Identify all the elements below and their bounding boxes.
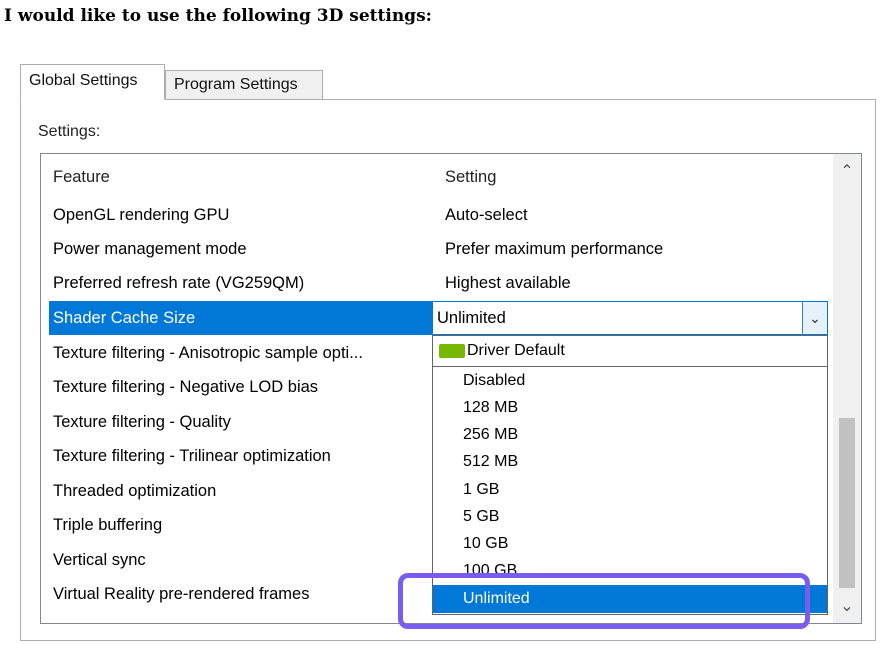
vertical-scrollbar[interactable]: ⌃ ⌄ (833, 154, 861, 623)
scrollbar-thumb[interactable] (839, 418, 855, 588)
feature-name: Texture filtering - Quality (53, 413, 231, 431)
feature-name: Threaded optimization (53, 482, 217, 500)
feature-name: Triple buffering (53, 516, 163, 534)
page-heading: I would like to use the following 3D set… (4, 6, 432, 26)
feature-name: Texture filtering - Trilinear optimizati… (53, 447, 331, 465)
chevron-down-icon[interactable]: ⌄ (802, 302, 827, 334)
option-5gb[interactable]: 5 GB (433, 503, 827, 531)
option-10gb[interactable]: 10 GB (433, 530, 827, 558)
feature-name: Texture filtering - Anisotropic sample o… (53, 344, 363, 362)
feature-setting: Auto-select (445, 206, 528, 224)
option-disabled[interactable]: Disabled (433, 367, 827, 395)
feature-name: Texture filtering - Negative LOD bias (53, 378, 319, 396)
option-1gb[interactable]: 1 GB (433, 476, 827, 504)
table-row[interactable]: Triple buffering (41, 508, 435, 542)
table-row[interactable]: Vertical sync (41, 543, 435, 577)
chevron-up-icon[interactable]: ⌃ (833, 158, 861, 186)
option-label: 128 MB (463, 399, 519, 416)
option-driver-default[interactable]: Driver Default (433, 336, 827, 367)
table-row[interactable]: Virtual Reality pre-rendered frames (41, 577, 435, 611)
table-row[interactable]: Threaded optimization (41, 474, 435, 508)
table-row[interactable]: Preferred refresh rate (VG259QM) Highest… (41, 266, 571, 300)
option-label: 10 GB (463, 535, 509, 552)
option-label: Disabled (463, 372, 526, 389)
table-row[interactable]: Power management mode Prefer maximum per… (41, 232, 663, 266)
nvidia-logo-icon (439, 344, 465, 358)
table-row[interactable]: OpenGL rendering GPU Auto-select (41, 198, 528, 232)
feature-name: Shader Cache Size (53, 309, 196, 327)
table-row[interactable]: Texture filtering - Anisotropic sample o… (41, 336, 435, 370)
tab-program-settings[interactable]: Program Settings (165, 70, 323, 100)
option-128mb[interactable]: 128 MB (433, 394, 827, 422)
feature-setting: Highest available (445, 274, 571, 292)
table-row[interactable]: Texture filtering - Quality (41, 405, 435, 439)
option-label: 512 MB (463, 453, 519, 470)
tab-global-settings[interactable]: Global Settings (20, 64, 165, 100)
option-256mb[interactable]: 256 MB (433, 421, 827, 449)
annotation-highlight-box (398, 573, 810, 629)
feature-setting: Prefer maximum performance (445, 240, 664, 258)
settings-label: Settings: (38, 123, 101, 140)
option-label: 1 GB (463, 481, 500, 498)
column-header-feature[interactable]: Feature (53, 160, 110, 194)
table-row[interactable]: Texture filtering - Trilinear optimizati… (41, 439, 435, 473)
table-row-selected[interactable]: Shader Cache Size (49, 301, 435, 335)
feature-name: Power management mode (53, 240, 247, 258)
feature-name: Vertical sync (53, 551, 146, 569)
table-row[interactable]: Texture filtering - Negative LOD bias (41, 370, 435, 404)
feature-name: Preferred refresh rate (VG259QM) (53, 274, 305, 292)
column-header-setting[interactable]: Setting (445, 160, 496, 194)
option-label: 5 GB (463, 508, 500, 525)
feature-name: OpenGL rendering GPU (53, 206, 230, 224)
shader-cache-size-combobox[interactable]: Unlimited ⌄ (432, 301, 828, 335)
option-label: 256 MB (463, 426, 519, 443)
option-label: Driver Default (467, 342, 565, 359)
option-512mb[interactable]: 512 MB (433, 448, 827, 476)
list-header: Feature Setting (41, 160, 496, 194)
combobox-value: Unlimited (437, 309, 506, 327)
feature-name: Virtual Reality pre-rendered frames (53, 585, 310, 603)
chevron-down-icon[interactable]: ⌄ (833, 593, 861, 621)
